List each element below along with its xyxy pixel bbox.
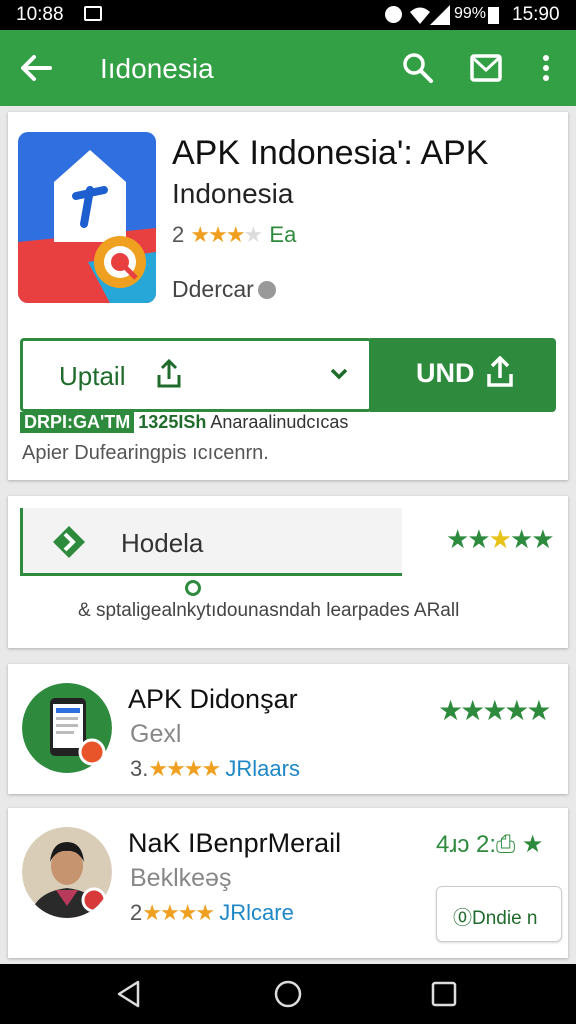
- upload-icon: [487, 356, 513, 387]
- rating-empty-star-icon: ★: [243, 222, 264, 247]
- promo-stars-yellow: ★: [488, 524, 512, 554]
- status-bar: 10:88 99% 15:90: [0, 0, 576, 30]
- item-stats: 4ɹɔ 2:⎙ ★: [436, 831, 544, 858]
- item-action-label: ⓪Dndie n: [453, 908, 538, 929]
- item-rating-label: JRlaars: [225, 756, 300, 781]
- item-rating: 2★★★★ JRlcare: [130, 900, 294, 926]
- rating-value: 2: [172, 222, 185, 247]
- rating-suffix: Ea: [269, 222, 297, 247]
- rating-stars-icon: ★★★: [190, 222, 245, 247]
- app-bar: Iıdonesia: [0, 30, 576, 106]
- item-name: APK Didonşar: [128, 684, 298, 714]
- app-title: APK Indonesia': APK: [172, 134, 489, 172]
- item-stars-icon: ★★★★: [148, 756, 221, 781]
- app-logo-icon[interactable]: [18, 132, 156, 303]
- list-item[interactable]: APK Didonşar Gexl 3.★★★★ JRlaars ★★★★★: [8, 664, 568, 794]
- list-item[interactable]: NaK IBenprMerail Beklkeəş 2★★★★ JRlcare …: [8, 808, 568, 958]
- nav-recents-icon[interactable]: [430, 980, 458, 1008]
- meta-text: Anaraalinudcıcas: [210, 412, 349, 432]
- detail-button-label: Uptail: [59, 361, 126, 391]
- nav-home-icon[interactable]: [272, 978, 304, 1010]
- item-rating-value: 3.: [130, 756, 149, 781]
- app-description: Apier Dufearingpis ıcıcenrn.: [22, 442, 269, 464]
- item-name: NaK IBenprMerail: [128, 828, 342, 858]
- notification-dot-icon: [385, 6, 402, 23]
- app-header-card: APK Indonesia': APK Indonesia 2 ★★★★ Ea …: [8, 112, 568, 480]
- battery-icon: [488, 7, 499, 24]
- promo-banner[interactable]: Hodela: [20, 508, 402, 596]
- navigation-bar: [0, 964, 576, 1024]
- wifi-icon: [410, 7, 430, 24]
- meta-number: 1325ISh: [138, 412, 207, 432]
- chevron-down-icon: [330, 368, 348, 380]
- mail-icon[interactable]: [468, 50, 504, 86]
- signal-icon: [430, 5, 450, 25]
- share-icon: [157, 359, 181, 388]
- item-category: Gexl: [130, 720, 182, 748]
- app-subtitle: Indonesia: [172, 178, 294, 209]
- app-rating: 2 ★★★★ Ea: [172, 222, 296, 248]
- promo-label: Hodela: [121, 528, 204, 558]
- avatar: [22, 827, 112, 918]
- status-clock: 15:90: [512, 4, 560, 25]
- slider-knob[interactable]: [185, 580, 201, 596]
- nav-back-icon[interactable]: [114, 978, 144, 1010]
- promo-stars-icon: ★★★★★: [446, 524, 555, 555]
- next-arrow-icon: [53, 526, 85, 558]
- item-rating: 3.★★★★ JRlaars: [130, 756, 300, 782]
- item-stars-icon: ★★★★: [142, 900, 215, 925]
- phone-app-icon: [22, 683, 112, 773]
- battery-percent: 99%: [454, 5, 487, 22]
- promo-card: Hodela ★★★★★ & sptaligealnkytıdounasndah…: [8, 496, 568, 648]
- promo-description: & sptaligealnkytıdounasndah learpades AR…: [78, 600, 460, 621]
- more-options-icon[interactable]: [534, 50, 558, 86]
- install-button-label: UND: [416, 358, 475, 388]
- item-rating-label: JRlcare: [219, 900, 294, 925]
- back-arrow-icon[interactable]: [18, 50, 54, 86]
- developer-name[interactable]: Ddercar: [172, 276, 276, 303]
- page-title: Iıdonesia: [100, 53, 214, 84]
- item-rating-value: 2: [130, 900, 143, 925]
- gallery-notification-icon: [84, 6, 102, 21]
- detail-button[interactable]: Uptail: [20, 338, 372, 412]
- meta-badge: DRPI:GA'TM: [20, 412, 135, 433]
- install-button[interactable]: UND: [370, 338, 556, 412]
- item-action-button[interactable]: ⓪Dndie n: [436, 886, 562, 942]
- item-right-stars-icon: ★★★★★: [438, 695, 552, 726]
- app-meta: DRPI:GA'TM 1325ISh Anaraalinudcıcas: [20, 412, 349, 433]
- status-time: 10:88: [16, 4, 64, 25]
- verified-badge-icon: [257, 281, 276, 299]
- promo-stars-tail: ★★: [509, 524, 555, 554]
- promo-stars-green: ★★: [446, 524, 491, 554]
- search-icon[interactable]: [400, 50, 436, 86]
- developer-label: Ddercar: [172, 276, 254, 302]
- item-category: Beklkeəş: [130, 864, 232, 892]
